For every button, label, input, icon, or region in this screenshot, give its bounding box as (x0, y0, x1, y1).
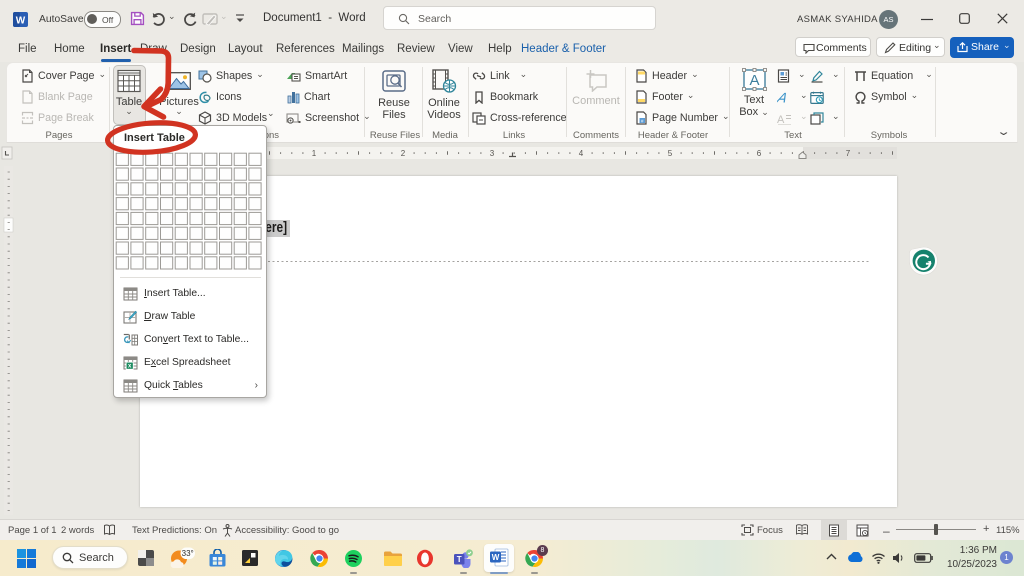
svg-text:1: 1 (312, 149, 317, 158)
svg-text:4: 4 (579, 149, 584, 158)
svg-text:2: 2 (401, 149, 406, 158)
svg-text:7: 7 (846, 149, 851, 158)
svg-text:3: 3 (490, 149, 495, 158)
svg-text:T: T (457, 555, 462, 564)
svg-text:A: A (777, 91, 789, 104)
svg-text:33°: 33° (182, 549, 194, 558)
svg-text:A: A (777, 114, 785, 125)
svg-text:W: W (16, 16, 26, 27)
svg-text:5: 5 (668, 149, 673, 158)
svg-text:A: A (749, 72, 759, 89)
svg-text:6: 6 (757, 149, 762, 158)
svg-text:W: W (492, 553, 500, 562)
